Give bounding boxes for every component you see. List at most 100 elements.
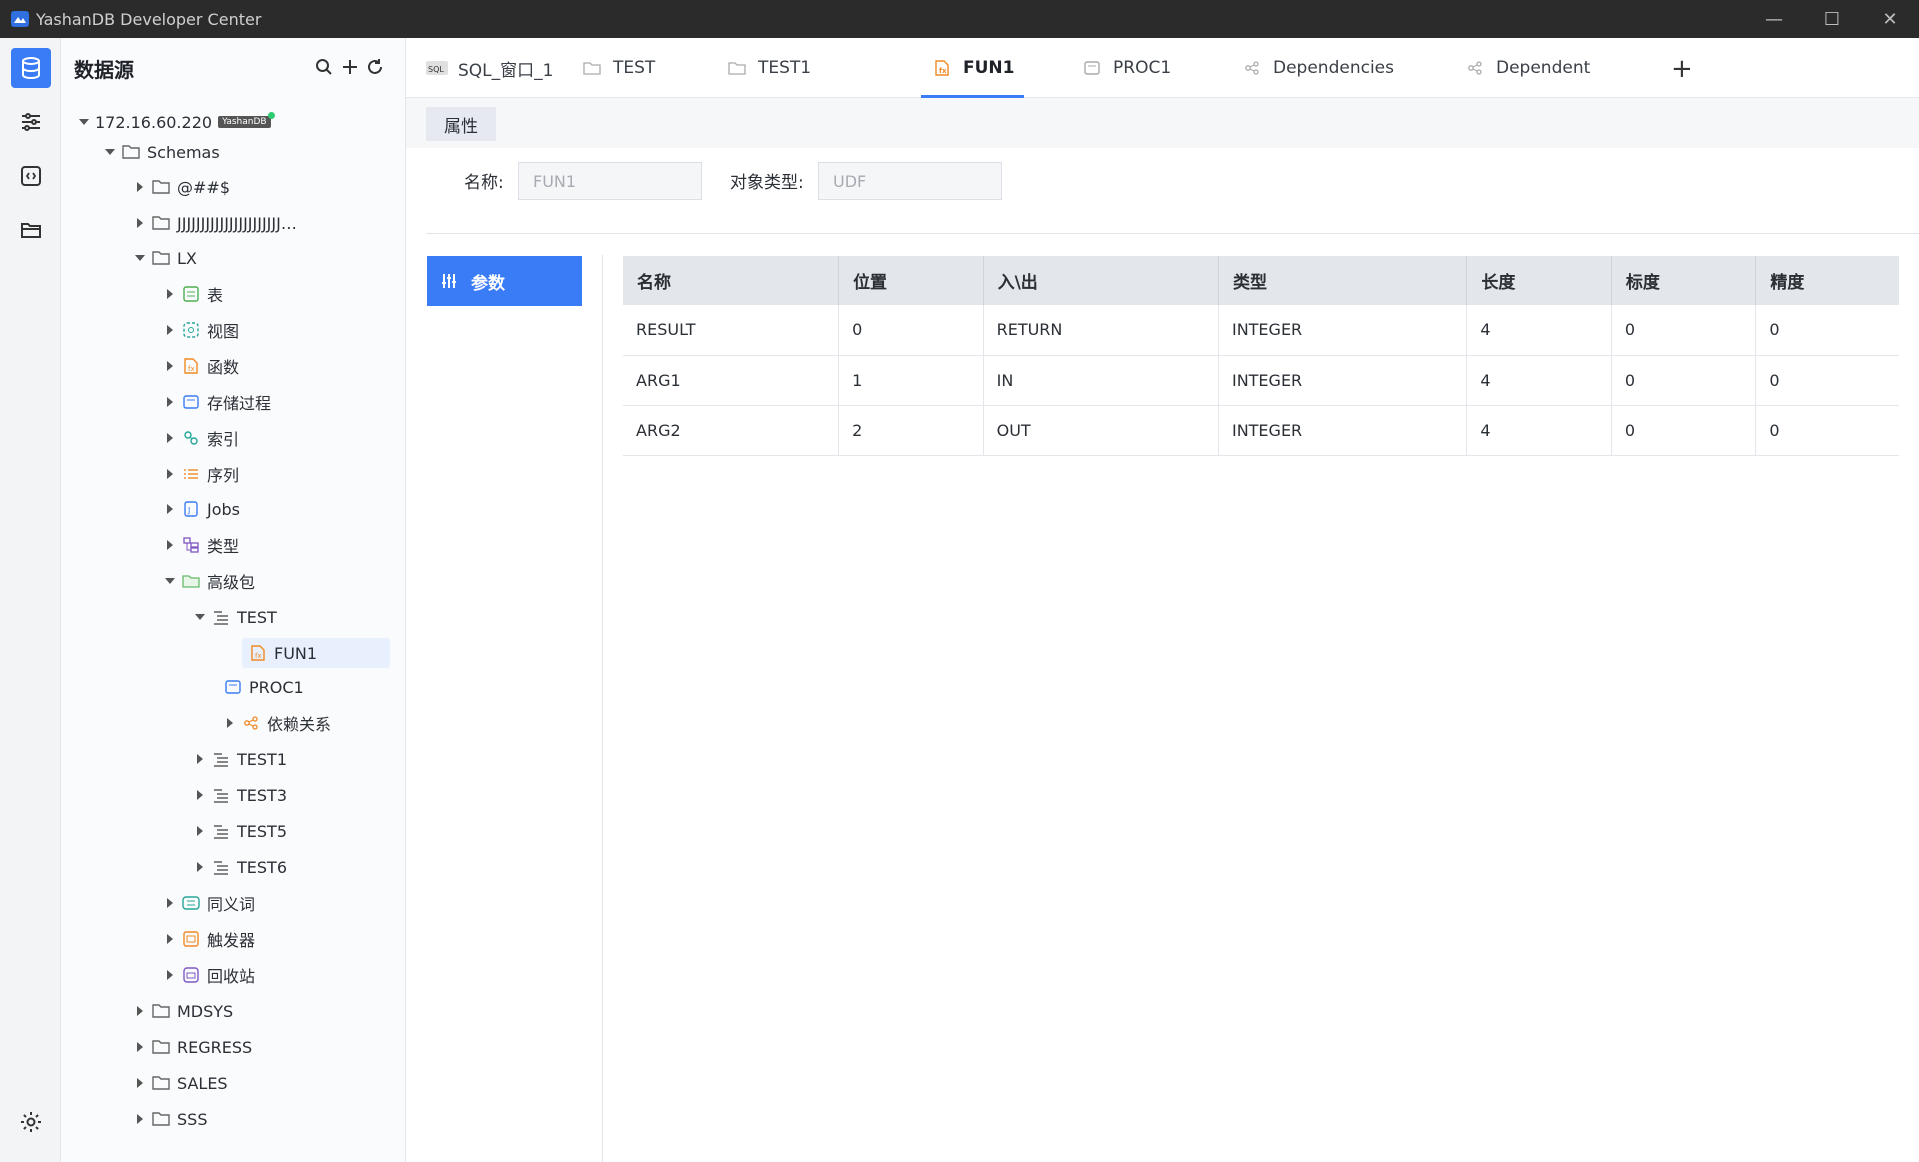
tree-node[interactable]: REGRESS bbox=[133, 1032, 252, 1062]
caret-right-icon[interactable] bbox=[163, 287, 177, 301]
name-field[interactable]: FUN1 bbox=[518, 162, 702, 200]
tab-dependencies[interactable]: Dependencies bbox=[1241, 38, 1394, 98]
tree-node[interactable]: 高级包 bbox=[163, 566, 255, 596]
tree-node[interactable]: LX bbox=[133, 243, 197, 273]
tree-node[interactable]: 类型 bbox=[163, 530, 239, 560]
caret-right-icon[interactable] bbox=[133, 1004, 147, 1018]
caret-right-icon[interactable] bbox=[163, 968, 177, 982]
tree-node[interactable]: JJJJJJJJJJJJJJJJJJJJJJ… bbox=[133, 208, 297, 238]
tree-node[interactable]: fx 函数 bbox=[163, 351, 239, 381]
tree-node[interactable]: fx FUN1 bbox=[242, 638, 390, 668]
table-cell: 0 bbox=[838, 305, 984, 356]
caret-right-icon[interactable] bbox=[163, 467, 177, 481]
settings-sliders-rail-button[interactable] bbox=[11, 102, 51, 142]
tree-node[interactable]: 存储过程 bbox=[163, 387, 271, 417]
tree-node[interactable]: J Jobs bbox=[163, 494, 240, 524]
add-connection-button[interactable] bbox=[339, 56, 361, 78]
svg-text:fx: fx bbox=[255, 652, 262, 660]
tree-node[interactable]: Schemas bbox=[103, 137, 220, 167]
synonym-icon bbox=[181, 894, 201, 912]
column-header[interactable]: 名称 bbox=[623, 256, 840, 305]
refresh-button[interactable] bbox=[364, 56, 386, 78]
column-header[interactable]: 标度 bbox=[1611, 256, 1757, 305]
tree-node[interactable]: PROC1 bbox=[223, 672, 304, 702]
tree-node[interactable]: TEST1 bbox=[193, 744, 287, 774]
tree-node[interactable]: SALES bbox=[133, 1068, 228, 1098]
caret-right-icon[interactable] bbox=[193, 860, 207, 874]
column-header[interactable]: 位置 bbox=[838, 256, 984, 305]
code-rail-button[interactable] bbox=[11, 156, 51, 196]
caret-right-icon[interactable] bbox=[133, 1040, 147, 1054]
column-header[interactable]: 类型 bbox=[1218, 256, 1468, 305]
tab-dependent[interactable]: Dependent bbox=[1464, 38, 1590, 98]
tree-node[interactable]: 依赖关系 bbox=[223, 708, 331, 738]
close-button[interactable]: ✕ bbox=[1861, 0, 1919, 38]
tree-node-label: JJJJJJJJJJJJJJJJJJJJJJ… bbox=[177, 213, 297, 233]
caret-right-icon[interactable] bbox=[163, 359, 177, 373]
tree-node[interactable]: TEST5 bbox=[193, 816, 287, 846]
tree-node[interactable]: TEST3 bbox=[193, 780, 287, 810]
tree-node[interactable]: 索引 bbox=[163, 423, 239, 453]
maximize-button[interactable]: ☐ bbox=[1803, 0, 1861, 38]
caret-right-icon[interactable] bbox=[133, 180, 147, 194]
table-row[interactable]: RESULT 0 RETURN INTEGER 4 0 0 bbox=[623, 305, 1899, 356]
tree-node[interactable]: SSS bbox=[133, 1104, 207, 1134]
caret-down-icon[interactable] bbox=[193, 610, 207, 624]
caret-down-icon[interactable] bbox=[133, 251, 147, 265]
column-header[interactable]: 长度 bbox=[1466, 256, 1612, 305]
tab-test1[interactable]: TEST1 bbox=[726, 38, 811, 98]
caret-right-icon[interactable] bbox=[163, 896, 177, 910]
tree-connection[interactable]: 172.16.60.220 YashanDB bbox=[77, 107, 275, 137]
add-tab-button[interactable]: + bbox=[1671, 54, 1693, 84]
tab-test[interactable]: TEST bbox=[581, 38, 655, 98]
caret-down-icon[interactable] bbox=[163, 574, 177, 588]
tab-proc1[interactable]: PROC1 bbox=[1081, 38, 1171, 98]
caret-right-icon[interactable] bbox=[163, 502, 177, 516]
caret-right-icon[interactable] bbox=[163, 538, 177, 552]
tree-node[interactable]: @##$ bbox=[133, 172, 230, 202]
caret-right-icon[interactable] bbox=[163, 431, 177, 445]
caret-right-icon[interactable] bbox=[133, 216, 147, 230]
tree-node[interactable]: 序列 bbox=[163, 459, 239, 489]
caret-down-icon[interactable] bbox=[77, 115, 91, 129]
caret-right-icon[interactable] bbox=[193, 788, 207, 802]
table-row[interactable]: ARG1 1 IN INTEGER 4 0 0 bbox=[623, 355, 1899, 406]
tab-sql-1[interactable]: SQL SQL_窗口_1 bbox=[426, 38, 553, 98]
tab-properties[interactable]: 属性 bbox=[426, 107, 496, 141]
tree-node-label: 视图 bbox=[207, 322, 240, 341]
table-cell: INTEGER bbox=[1218, 305, 1468, 356]
tree-node[interactable]: 视图 bbox=[163, 315, 239, 345]
params-button[interactable]: 参数 bbox=[427, 256, 582, 306]
tree-node[interactable]: 触发器 bbox=[163, 924, 255, 954]
tree-node-label: TEST3 bbox=[237, 785, 287, 805]
tree-node-label: MDSYS bbox=[177, 1001, 234, 1021]
tree-node[interactable]: TEST6 bbox=[193, 852, 287, 882]
search-button[interactable] bbox=[313, 56, 335, 78]
object-type-field[interactable]: UDF bbox=[818, 162, 1002, 200]
caret-right-icon[interactable] bbox=[193, 752, 207, 766]
folder-rail-button[interactable] bbox=[11, 210, 51, 250]
minimize-button[interactable]: — bbox=[1745, 0, 1803, 38]
caret-right-icon[interactable] bbox=[223, 716, 237, 730]
caret-down-icon[interactable] bbox=[103, 145, 117, 159]
tree-node[interactable]: 回收站 bbox=[163, 960, 255, 990]
tree-node[interactable]: 同义词 bbox=[163, 888, 255, 918]
table-row[interactable]: ARG2 2 OUT INTEGER 4 0 0 bbox=[623, 405, 1899, 456]
caret-right-icon[interactable] bbox=[133, 1076, 147, 1090]
settings-rail-button[interactable] bbox=[11, 1102, 51, 1142]
tree-node[interactable]: MDSYS bbox=[133, 996, 233, 1026]
tab-fun1[interactable]: fx FUN1 bbox=[920, 38, 1026, 99]
caret-right-icon[interactable] bbox=[163, 932, 177, 946]
search-icon bbox=[316, 59, 332, 75]
tree-node[interactable]: 表 bbox=[163, 279, 223, 309]
caret-right-icon[interactable] bbox=[133, 1112, 147, 1126]
activity-rail bbox=[0, 38, 61, 1162]
caret-right-icon[interactable] bbox=[163, 395, 177, 409]
column-header[interactable]: 精度 bbox=[1755, 256, 1899, 305]
column-header[interactable]: 入\出 bbox=[983, 256, 1219, 305]
tree-node[interactable]: TEST bbox=[193, 602, 277, 632]
caret-right-icon[interactable] bbox=[193, 824, 207, 838]
caret-right-icon[interactable] bbox=[163, 323, 177, 337]
datasource-rail-button[interactable] bbox=[11, 48, 51, 88]
folder-icon bbox=[151, 1110, 171, 1128]
